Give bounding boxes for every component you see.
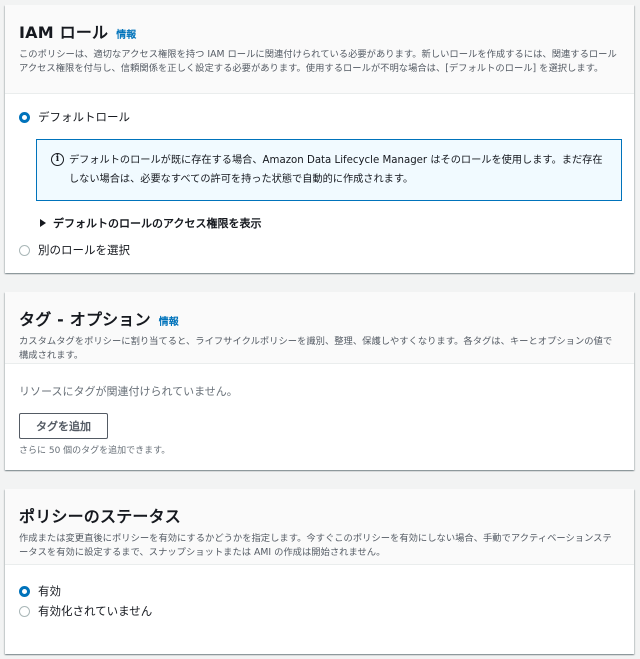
default-role-info-alert: i デフォルトのロールが既に存在する場合、Amazon Data Lifecyc… (36, 139, 622, 201)
tags-info-link[interactable]: 情報 (159, 313, 179, 328)
info-icon: i (51, 153, 64, 166)
policy-enabled-radio[interactable] (19, 585, 30, 597)
tags-panel: タグ - オプション 情報 カスタムタグをポリシーに割り当てると、ライフサイクル… (5, 292, 634, 470)
default-role-radio[interactable] (19, 111, 30, 123)
tags-title-row: タグ - オプション 情報 (19, 306, 620, 330)
iam-role-title: IAM ロール (19, 23, 109, 42)
policy-status-description: 作成または変更直後にポリシーを有効にするかどうかを指定します。今すぐこのポリシー… (19, 533, 612, 558)
policy-enabled-radio-option[interactable]: 有効 (19, 583, 61, 599)
tags-description: カスタムタグをポリシーに割り当てると、ライフサイクルポリシーを識別、整理、保護し… (19, 336, 613, 361)
policy-status-header: ポリシーのステータス 作成または変更直後にポリシーを有効にするかどうかを指定しま… (5, 489, 634, 565)
policy-status-panel: ポリシーのステータス 作成または変更直後にポリシーを有効にするかどうかを指定しま… (5, 489, 634, 654)
alert-text: デフォルトのロールが既に存在する場合、Amazon Data Lifecycle… (69, 155, 603, 185)
tags-remaining-hint: さらに 50 個のタグを追加できます。 (19, 446, 171, 456)
iam-role-header: IAM ロール 情報 このポリシーは、適切なアクセス権限を持つ IAM ロールに… (5, 5, 634, 94)
tags-title: タグ - オプション (19, 310, 151, 329)
tags-header: タグ - オプション 情報 カスタムタグをポリシーに割り当てると、ライフサイクル… (5, 292, 634, 364)
policy-status-title-row: ポリシーのステータス (19, 503, 620, 527)
iam-role-panel: IAM ロール 情報 このポリシーは、適切なアクセス権限を持つ IAM ロールに… (5, 5, 634, 273)
policy-disabled-radio[interactable] (19, 605, 30, 617)
default-role-label: デフォルトロール (38, 110, 130, 124)
policy-enabled-label: 有効 (38, 584, 61, 598)
policy-disabled-label: 有効化されていません (38, 604, 153, 618)
iam-role-title-row: IAM ロール 情報 (19, 19, 620, 43)
iam-role-info-link[interactable]: 情報 (116, 26, 136, 41)
caret-right-icon (40, 219, 46, 227)
policy-disabled-radio-option[interactable]: 有効化されていません (19, 603, 152, 619)
default-role-radio-option[interactable]: デフォルトロール (19, 109, 130, 125)
policy-status-title: ポリシーのステータス (19, 507, 182, 526)
expander-label: デフォルトのロールのアクセス権限を表示 (53, 217, 262, 230)
choose-other-role-label: 別のロールを選択 (38, 243, 130, 257)
choose-other-role-radio[interactable] (19, 244, 30, 256)
iam-role-description: このポリシーは、適切なアクセス権限を持つ IAM ロールに関連付けられている必要… (19, 49, 617, 74)
choose-other-role-radio-option[interactable]: 別のロールを選択 (19, 242, 130, 258)
tags-empty-text: リソースにタグが関連付けられていません。 (19, 385, 238, 398)
default-role-permissions-expander[interactable]: デフォルトのロールのアクセス権限を表示 (40, 215, 261, 231)
add-tag-button[interactable]: タグを追加 (19, 413, 108, 439)
